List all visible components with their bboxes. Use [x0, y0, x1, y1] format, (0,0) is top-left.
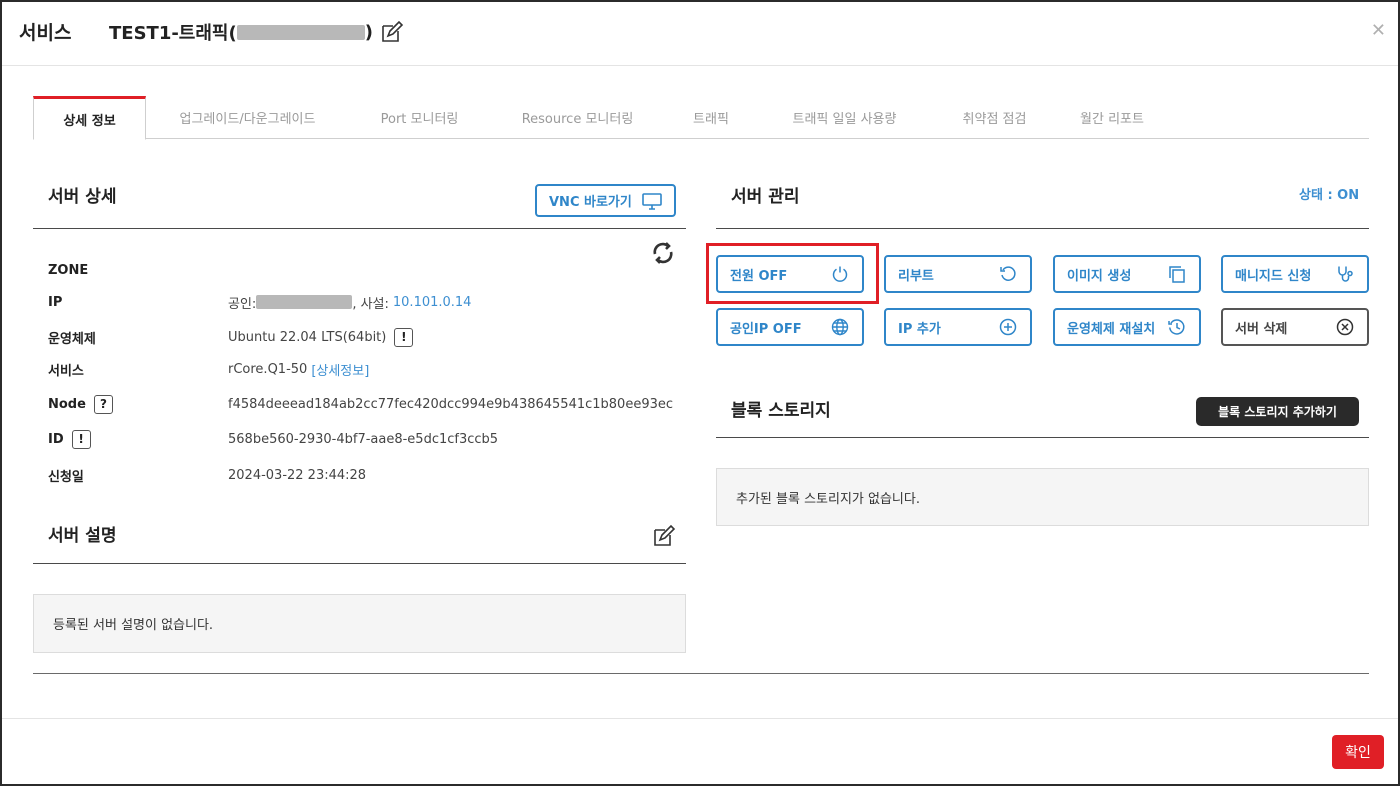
tab-port-monitoring[interactable]: Port 모니터링: [349, 96, 490, 139]
highlight-box: [706, 243, 879, 304]
redacted-ip: [236, 24, 365, 40]
created-value: 2024-03-22 23:44:28: [228, 467, 367, 483]
server-manage-title: 서버 관리: [731, 187, 800, 207]
copy-icon: [1167, 264, 1187, 284]
service-value: rCore.Q1-50 [상세정보]: [228, 360, 369, 379]
monitor-icon: [642, 191, 662, 211]
server-name: TEST1-트래픽( ): [109, 19, 405, 45]
vnc-button[interactable]: VNC 바로가기: [535, 184, 676, 217]
id-value: 568be560-2930-4bf7-aae8-e5dc1cf3ccb5: [228, 431, 499, 447]
confirm-button[interactable]: 확인: [1332, 735, 1384, 769]
public-ip-prefix: 공인:: [228, 296, 257, 312]
delete-server-label: 서버 삭제: [1235, 321, 1288, 337]
modal-title: 서비스: [19, 22, 72, 44]
close-circle-icon: [1335, 317, 1355, 337]
server-status: 상태 : ON: [1299, 188, 1360, 203]
delete-server-button[interactable]: 서버 삭제: [1221, 308, 1369, 346]
zone-label: ZONE: [48, 262, 89, 278]
os-label: 운영체제: [48, 331, 96, 347]
public-ip-off-button[interactable]: 공인IP OFF: [716, 308, 864, 346]
tab-daily-traffic[interactable]: 트래픽 일일 사용량: [757, 96, 932, 139]
create-image-button[interactable]: 이미지 생성: [1053, 255, 1201, 293]
ip-value: 공인: , 사설: 10.101.0.14: [228, 293, 472, 312]
os-text: Ubuntu 22.04 LTS(64bit): [228, 329, 387, 345]
stethoscope-icon: [1335, 264, 1355, 284]
description-empty-text: 등록된 서버 설명이 없습니다.: [53, 618, 214, 633]
block-storage-empty-box: 추가된 블록 스토리지가 없습니다.: [716, 468, 1369, 526]
created-label: 신청일: [48, 469, 84, 485]
divider: [33, 228, 686, 229]
description-empty-box: 등록된 서버 설명이 없습니다.: [33, 594, 686, 653]
tab-monthly-report[interactable]: 월간 리포트: [1057, 96, 1167, 139]
service-detail-link[interactable]: [상세정보]: [311, 360, 369, 379]
service-label: 서비스: [48, 363, 84, 379]
server-detail-title: 서버 상세: [48, 187, 117, 207]
managed-request-button[interactable]: 매니지드 신청: [1221, 255, 1369, 293]
divider: [716, 437, 1369, 438]
block-storage-empty-text: 추가된 블록 스토리지가 없습니다.: [736, 491, 920, 507]
divider: [716, 228, 1369, 229]
private-ip-prefix: , 사설:: [352, 296, 389, 312]
reboot-icon: [998, 264, 1018, 284]
server-name-prefix: TEST1-트래픽(: [109, 23, 237, 44]
edit-description-icon[interactable]: [651, 523, 677, 549]
reinstall-os-label: 운영체제 재설치: [1067, 321, 1156, 337]
id-label: ID !: [48, 429, 91, 449]
footer-divider: [2, 718, 1398, 719]
vnc-button-label: VNC 바로가기: [549, 195, 632, 210]
managed-request-label: 매니지드 신청: [1235, 268, 1312, 284]
add-ip-label: IP 추가: [898, 321, 941, 337]
private-ip: 10.101.0.14: [392, 294, 472, 310]
history-icon: [1167, 317, 1187, 337]
node-value: f4584deeead184ab2cc77fec420dcc994e9b4386…: [228, 396, 674, 412]
divider: [33, 563, 686, 564]
create-image-label: 이미지 생성: [1067, 268, 1132, 284]
block-storage-title: 블록 스토리지: [731, 401, 831, 421]
edit-name-icon[interactable]: [379, 19, 405, 45]
tab-detail[interactable]: 상세 정보: [33, 96, 146, 140]
globe-icon: [830, 317, 850, 337]
reboot-label: 리부트: [898, 268, 934, 284]
os-value: Ubuntu 22.04 LTS(64bit) !: [228, 327, 414, 347]
id-info-badge[interactable]: !: [71, 429, 91, 449]
plus-circle-icon: [998, 317, 1018, 337]
modal-header: 서비스 TEST1-트래픽( ) ✕: [2, 2, 1398, 66]
divider: [33, 673, 1369, 674]
tab-bar: 상세 정보 업그레이드/다운그레이드 Port 모니터링 Resource 모니…: [33, 96, 1369, 140]
add-ip-button[interactable]: IP 추가: [884, 308, 1032, 346]
node-help-badge[interactable]: ?: [93, 394, 113, 414]
add-block-storage-button[interactable]: 블록 스토리지 추가하기: [1196, 397, 1359, 426]
refresh-icon[interactable]: [650, 240, 676, 266]
tab-upgrade[interactable]: 업그레이드/다운그레이드: [146, 96, 349, 139]
service-text: rCore.Q1-50: [228, 361, 308, 377]
close-icon[interactable]: ✕: [1371, 20, 1386, 41]
reinstall-os-button[interactable]: 운영체제 재설치: [1053, 308, 1201, 346]
reboot-button[interactable]: 리부트: [884, 255, 1032, 293]
public-ip-off-label: 공인IP OFF: [730, 321, 802, 337]
tab-resource-monitoring[interactable]: Resource 모니터링: [490, 96, 665, 139]
os-info-badge[interactable]: !: [394, 327, 414, 347]
server-name-suffix: ): [364, 21, 373, 43]
id-label-text: ID: [48, 431, 64, 447]
tab-traffic[interactable]: 트래픽: [665, 96, 757, 139]
node-label-text: Node: [48, 396, 86, 412]
server-description-title: 서버 설명: [48, 526, 117, 546]
redacted-public-ip: [256, 295, 353, 309]
node-label: Node ?: [48, 394, 113, 414]
tab-vulnerability[interactable]: 취약점 점검: [932, 96, 1057, 139]
ip-label: IP: [48, 294, 63, 310]
